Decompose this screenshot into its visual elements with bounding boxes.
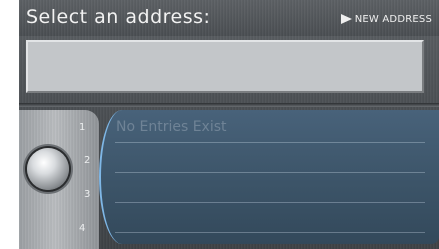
row-number-2: 2: [84, 155, 91, 166]
selector-knob-icon[interactable]: [27, 148, 69, 190]
navigation-screen: Select an address: NEW ADDRESS 1 2 3 4 N…: [19, 0, 439, 249]
page-title: Select an address:: [26, 6, 211, 28]
header-bar: Select an address: NEW ADDRESS: [19, 0, 439, 36]
play-triangle-icon: [340, 14, 352, 24]
list-item[interactable]: [115, 203, 425, 233]
new-address-button[interactable]: NEW ADDRESS: [340, 12, 432, 26]
list-item[interactable]: [115, 173, 425, 203]
address-list: No Entries Exist: [99, 110, 439, 244]
list-item[interactable]: No Entries Exist: [115, 113, 425, 143]
new-address-label: NEW ADDRESS: [354, 13, 432, 25]
knob-panel: 1 2 3 4: [19, 110, 99, 249]
address-display-box: [26, 40, 424, 93]
row-number-1: 1: [79, 122, 86, 133]
list-item-text: No Entries Exist: [116, 119, 227, 135]
divider: [19, 103, 439, 107]
list-item[interactable]: [115, 143, 425, 173]
row-number-3: 3: [84, 189, 91, 200]
list-area: 1 2 3 4 No Entries Exist: [19, 110, 439, 249]
row-number-4: 4: [79, 223, 86, 234]
